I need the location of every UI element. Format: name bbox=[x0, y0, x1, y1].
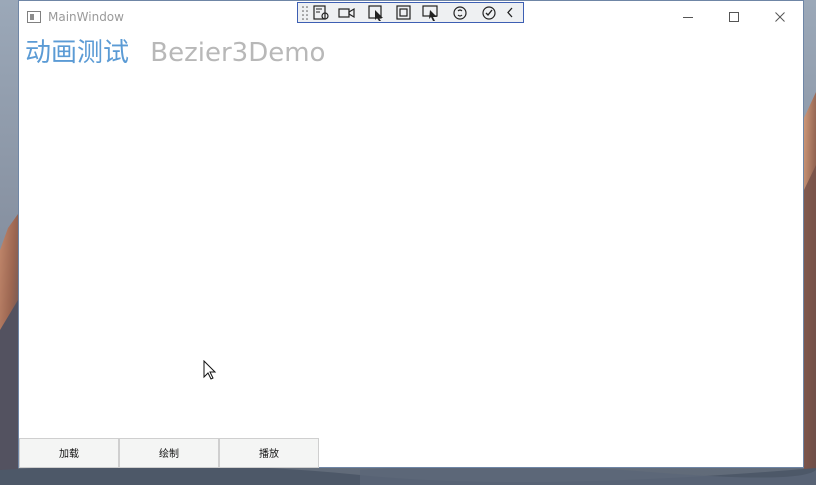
draw-button[interactable]: 绘制 bbox=[119, 438, 219, 468]
minimize-icon bbox=[683, 17, 693, 18]
close-button[interactable] bbox=[757, 1, 803, 33]
layout-adorners-icon[interactable] bbox=[394, 4, 414, 21]
load-button[interactable]: 加载 bbox=[19, 438, 119, 468]
play-button[interactable]: 播放 bbox=[219, 438, 319, 468]
maximize-button[interactable] bbox=[711, 1, 757, 33]
drag-grip-icon[interactable] bbox=[301, 4, 309, 21]
app-window-icon bbox=[27, 11, 41, 23]
record-icon[interactable] bbox=[336, 4, 356, 21]
mouse-cursor-icon bbox=[203, 360, 217, 380]
main-window: MainWindow 动画测试 Bezier3Demo 加载 绘制 播放 bbox=[18, 0, 804, 468]
heading-english-title: Bezier3Demo bbox=[150, 38, 326, 68]
maximize-icon bbox=[729, 12, 739, 22]
minimize-button[interactable] bbox=[665, 1, 711, 33]
track-focused-element-icon[interactable] bbox=[421, 4, 441, 21]
hot-reload-icon[interactable] bbox=[479, 4, 499, 21]
page-heading: 动画测试 Bezier3Demo bbox=[25, 37, 325, 69]
live-visual-tree-icon[interactable] bbox=[311, 4, 331, 21]
heading-chinese-title: 动画测试 bbox=[25, 38, 130, 68]
desktop-background: MainWindow 动画测试 Bezier3Demo 加载 绘制 播放 bbox=[0, 0, 816, 485]
close-icon bbox=[775, 12, 785, 22]
collapse-icon[interactable] bbox=[503, 4, 517, 21]
binding-failures-icon[interactable] bbox=[450, 4, 470, 21]
select-element-icon[interactable] bbox=[367, 4, 387, 21]
xaml-debug-toolbar bbox=[297, 2, 524, 23]
window-title: MainWindow bbox=[48, 10, 124, 24]
